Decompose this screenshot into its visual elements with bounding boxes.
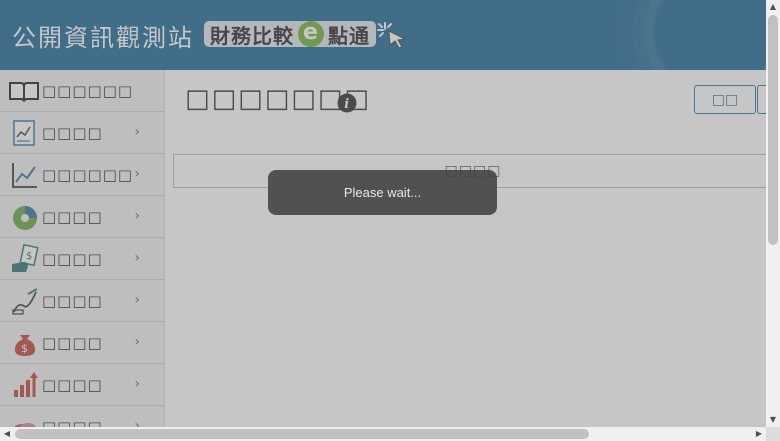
scrollbar-corner (766, 427, 780, 441)
loading-overlay: Please wait... (0, 0, 766, 427)
horizontal-scrollbar[interactable]: ◀ ▶ (0, 427, 766, 441)
please-wait-dialog: Please wait... (268, 170, 497, 215)
scroll-right-arrow-icon[interactable]: ▶ (752, 427, 766, 441)
scroll-left-arrow-icon[interactable]: ◀ (0, 427, 14, 441)
page: 公開資訊觀測站 財務比較 e 點通 □□□□□□ □□□□ › □□□□□□ ›… (0, 0, 780, 441)
vertical-scrollbar[interactable]: ▲ ▼ (766, 0, 780, 427)
horizontal-scroll-thumb[interactable] (15, 429, 589, 439)
vertical-scroll-thumb[interactable] (768, 15, 778, 245)
scroll-down-arrow-icon[interactable]: ▼ (766, 413, 780, 427)
scroll-up-arrow-icon[interactable]: ▲ (766, 0, 780, 14)
